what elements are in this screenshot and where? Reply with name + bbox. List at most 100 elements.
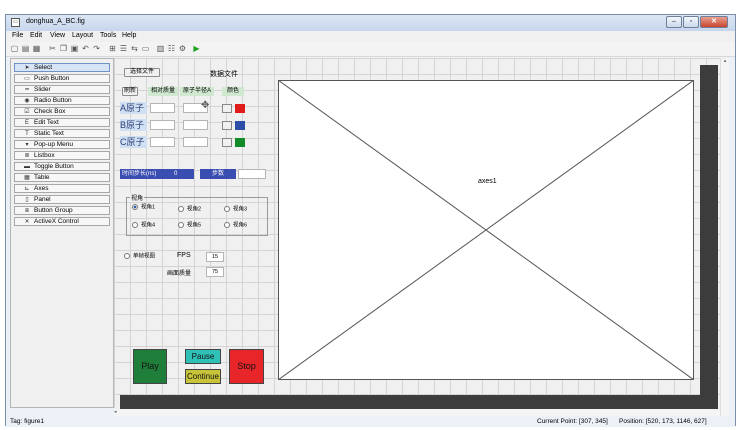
axes-placeholder[interactable]: axes1	[278, 80, 694, 380]
radio-icon: ◉	[24, 98, 30, 104]
view-6-radio[interactable]: 视角6	[224, 222, 247, 229]
menu-tools[interactable]: Tools	[100, 32, 116, 39]
panel-icon: ▯	[25, 197, 29, 203]
fps-input[interactable]: 15	[206, 252, 224, 262]
view-2-radio[interactable]: 视角2	[178, 206, 201, 213]
continue-button[interactable]: Continue	[185, 369, 221, 384]
guide-window: ▭ donghua_A_BC.fig – ▫ ✕ File Edit View …	[5, 14, 736, 427]
play-button[interactable]: Play	[133, 349, 167, 384]
menu-edit[interactable]: Edit	[30, 32, 42, 39]
tab-order-icon[interactable]: ⇆	[130, 44, 139, 53]
single-view-radio[interactable]: 单帧视图	[124, 253, 155, 260]
toggle-icon: ▬	[24, 164, 30, 170]
paste-icon[interactable]: ▣	[70, 44, 79, 53]
select-file-button[interactable]: 选择文件	[124, 68, 160, 77]
axes-label: axes1	[478, 178, 497, 185]
menu-bar: File Edit View Layout Tools Help	[6, 31, 735, 42]
time-step-label: 时间步长(ns)	[122, 171, 157, 177]
open-icon[interactable]: ▤	[21, 44, 30, 53]
palette-axes[interactable]: ⊾ Axes	[14, 184, 110, 193]
table-icon: ▦	[24, 175, 30, 181]
mfile-editor-icon[interactable]: ▥	[156, 44, 165, 53]
menu-view[interactable]: View	[50, 32, 65, 39]
cut-icon[interactable]: ✂	[48, 44, 57, 53]
atom-a-color-button[interactable]	[222, 104, 232, 113]
button-group-icon: ⧈	[25, 208, 29, 214]
atom-b-radius-input[interactable]	[183, 120, 208, 130]
mass-header: 相对质量	[148, 87, 178, 96]
palette-listbox[interactable]: ≣ Listbox	[14, 151, 110, 160]
palette-check-box[interactable]: ☑ Check Box	[14, 107, 110, 116]
status-tag: Tag: figure1	[10, 418, 44, 425]
palette-activex-control[interactable]: ✕ ActiveX Control	[14, 217, 110, 226]
view-3-radio[interactable]: 视角3	[224, 206, 247, 213]
atom-b-mass-input[interactable]	[150, 120, 175, 130]
atom-c-mass-input[interactable]	[150, 137, 175, 147]
window-title: donghua_A_BC.fig	[26, 18, 85, 25]
undo-icon[interactable]: ↶	[81, 44, 90, 53]
canvas-shadow-bottom	[120, 395, 718, 409]
status-position: Position: [520, 173, 1146, 627]	[619, 418, 707, 425]
edit-text-icon: E	[24, 120, 29, 126]
new-icon[interactable]: ▢	[10, 44, 19, 53]
pause-button[interactable]: Pause	[185, 349, 221, 364]
atom-a-color-swatch	[235, 104, 245, 113]
menu-layout[interactable]: Layout	[72, 32, 93, 39]
view-5-radio[interactable]: 视角5	[178, 222, 201, 229]
atom-c-radius-input[interactable]	[183, 137, 208, 147]
view-4-radio[interactable]: 视角4	[132, 222, 155, 229]
palette-radio-button[interactable]: ◉ Radio Button	[14, 96, 110, 105]
maximize-button[interactable]: ▫	[683, 16, 699, 28]
minimize-button[interactable]: –	[666, 16, 682, 28]
atom-a-label: A原子	[120, 102, 147, 114]
refresh-button[interactable]: 刷新	[122, 87, 138, 96]
color-header: 颜色	[222, 87, 244, 96]
palette-edit-text[interactable]: E Edit Text	[14, 118, 110, 127]
palette-select[interactable]: ➤ Select	[14, 63, 110, 72]
property-inspector-icon[interactable]: ☷	[167, 44, 176, 53]
radio-off-icon	[178, 222, 184, 228]
canvas-shadow-right	[700, 65, 718, 401]
palette-table[interactable]: ▦ Table	[14, 173, 110, 182]
atom-b-color-button[interactable]	[222, 121, 232, 130]
close-button[interactable]: ✕	[700, 16, 728, 28]
atom-c-color-button[interactable]	[222, 138, 232, 147]
save-icon[interactable]: ▦	[32, 44, 41, 53]
palette-button-group[interactable]: ⧈ Button Group	[14, 206, 110, 215]
palette-popup-menu[interactable]: ▾ Pop-up Menu	[14, 140, 110, 149]
copy-icon[interactable]: ❐	[59, 44, 68, 53]
toolbar-editor-icon[interactable]: ▭	[141, 44, 150, 53]
vertical-scrollbar[interactable]: ▴	[720, 58, 729, 416]
quality-input[interactable]: 75	[206, 267, 224, 277]
menu-editor-icon[interactable]: ☰	[119, 44, 128, 53]
fps-label: FPS	[177, 252, 191, 259]
radio-off-icon	[224, 206, 230, 212]
static-text-icon: T	[25, 131, 29, 137]
step-label: 步数	[200, 169, 236, 179]
listbox-icon: ≣	[24, 153, 30, 159]
layout-canvas[interactable]: 选择文件 数据文件 刷新 相对质量 原子半径A 颜色 A原子 ✥ B原子 C原子…	[114, 58, 720, 408]
data-file-label: 数据文件	[210, 71, 238, 78]
palette-panel[interactable]: ▯ Panel	[14, 195, 110, 204]
atom-c-color-swatch	[235, 138, 245, 147]
object-browser-icon[interactable]: ⚙	[178, 44, 187, 53]
view-button-group	[126, 197, 268, 236]
palette-toggle-button[interactable]: ▬ Toggle Button	[14, 162, 110, 171]
view-1-radio[interactable]: 视角1	[132, 204, 155, 211]
radio-off-icon	[132, 222, 138, 228]
run-icon[interactable]: ▶	[192, 44, 201, 53]
align-icon[interactable]: ⊞	[108, 44, 117, 53]
palette-push-button[interactable]: ▭ Push Button	[14, 74, 110, 83]
palette-static-text[interactable]: T Static Text	[14, 129, 110, 138]
atom-a-mass-input[interactable]	[150, 103, 175, 113]
time-step-value: 0	[174, 171, 178, 177]
menu-help[interactable]: Help	[122, 32, 136, 39]
palette-slider[interactable]: ━ Slider	[14, 85, 110, 94]
horizontal-scrollbar[interactable]: ◂	[114, 409, 720, 416]
radio-off-icon	[124, 253, 130, 259]
redo-icon[interactable]: ↷	[92, 44, 101, 53]
step-input[interactable]	[238, 169, 266, 179]
menu-file[interactable]: File	[12, 32, 23, 39]
pointer-icon: ➤	[24, 65, 30, 71]
stop-button[interactable]: Stop	[229, 349, 264, 384]
